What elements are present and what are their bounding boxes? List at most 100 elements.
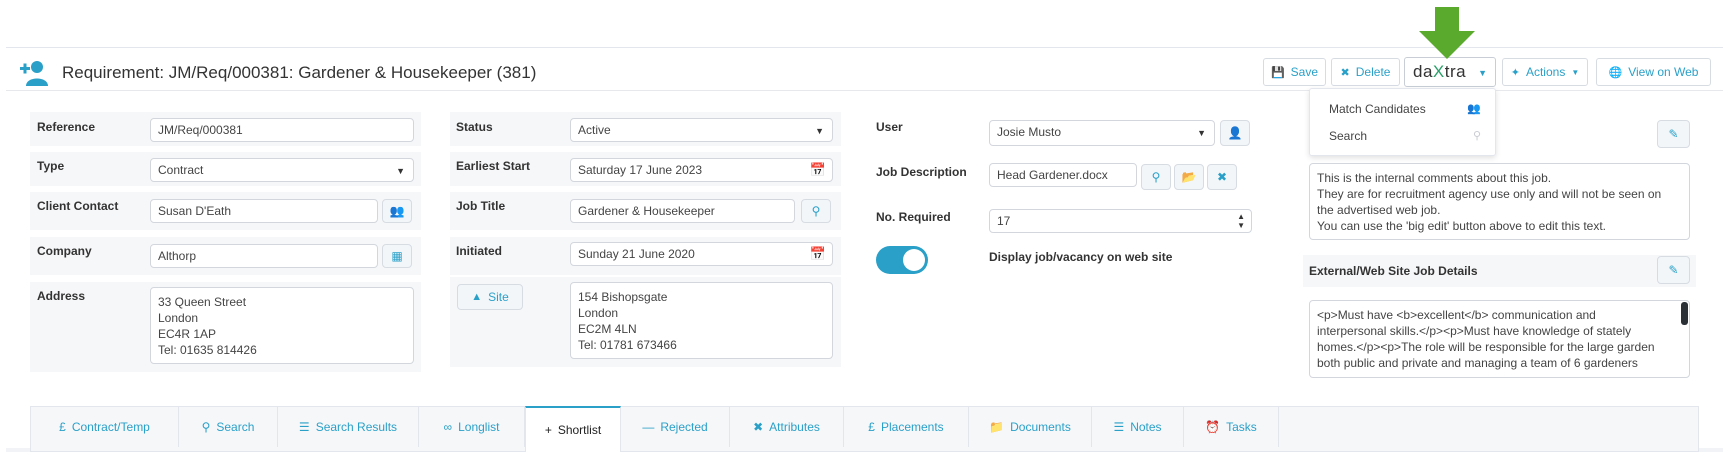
tab-label: Placements bbox=[880, 419, 944, 434]
job-description-search-button[interactable]: ⚲ bbox=[1141, 164, 1171, 190]
comment-line: You can use the 'big edit' button above … bbox=[1317, 219, 1607, 233]
match-candidates-item[interactable]: Match Candidates bbox=[1329, 102, 1426, 116]
site-line: Tel: 01781 673466 bbox=[578, 338, 677, 352]
web-details-edit-button[interactable]: ✎ bbox=[1657, 256, 1690, 284]
tab-label: Shortlist bbox=[557, 423, 602, 437]
comment-line: They are for recruitment agency use only… bbox=[1317, 187, 1662, 201]
tab-notes[interactable]: ☰ Notes bbox=[1092, 406, 1184, 447]
calendar-icon[interactable]: 📅 bbox=[810, 162, 826, 178]
site-address-textarea[interactable]: 154 Bishopsgate London EC2M 4LN Tel: 017… bbox=[570, 282, 833, 359]
web-detail-line: homes.</p><p>The role will be responsibl… bbox=[1317, 340, 1655, 354]
job-title-field[interactable]: Gardener & Housekeeper bbox=[570, 199, 795, 223]
user-add-icon bbox=[20, 61, 48, 86]
pound-icon: £ bbox=[59, 419, 66, 434]
job-title-label: Job Title bbox=[456, 199, 506, 213]
comments-edit-button[interactable]: ✎ bbox=[1657, 120, 1690, 148]
view-on-web-button[interactable]: 🌐 View on Web bbox=[1596, 58, 1711, 86]
chevron-down-icon: ▼ bbox=[396, 166, 405, 176]
pencil-icon: ✎ bbox=[1668, 127, 1679, 141]
initiated-value: Sunday 21 June 2020 bbox=[578, 247, 695, 261]
web-details-title: External/Web Site Job Details bbox=[1309, 264, 1478, 278]
actions-button[interactable]: ✦ Actions ▼ bbox=[1502, 58, 1588, 86]
link-icon: ∞ bbox=[443, 419, 453, 434]
view-on-web-label: View on Web bbox=[1628, 65, 1699, 79]
site-button[interactable]: ▲ Site bbox=[457, 284, 523, 310]
web-details-textarea[interactable]: <p>Must have <b>excellent</b> communicat… bbox=[1309, 300, 1690, 378]
status-select[interactable]: Active ▼ bbox=[570, 118, 833, 142]
tab-shortlist[interactable]: + Shortlist bbox=[525, 406, 621, 452]
folder-icon: 📁 bbox=[989, 419, 1005, 434]
job-description-open-button[interactable]: 📂 bbox=[1174, 164, 1204, 190]
address-line: Tel: 01635 814426 bbox=[158, 343, 257, 357]
user-select[interactable]: Josie Musto ▼ bbox=[989, 120, 1215, 146]
user-label: User bbox=[876, 120, 903, 134]
tab-tasks[interactable]: ⏰ Tasks bbox=[1184, 406, 1279, 447]
earliest-start-label: Earliest Start bbox=[456, 159, 531, 173]
tab-attributes[interactable]: ✖ Attributes bbox=[730, 406, 844, 447]
display-on-web-toggle[interactable] bbox=[876, 246, 928, 274]
company-lookup-button[interactable]: ▦ bbox=[382, 244, 412, 268]
stepper-arrows-icon[interactable]: ▲ ▼ bbox=[1237, 212, 1245, 230]
search-menu-item[interactable]: Search bbox=[1329, 129, 1367, 143]
job-description-remove-button[interactable]: ✖ bbox=[1207, 164, 1237, 190]
user-value: Josie Musto bbox=[997, 125, 1062, 139]
users-icon: 👥 bbox=[1467, 103, 1481, 115]
delete-button[interactable]: ✖ Delete bbox=[1331, 58, 1400, 86]
tab-search[interactable]: ⚲ Search bbox=[179, 406, 278, 447]
search-icon: ⚲ bbox=[811, 204, 821, 218]
page-title: Requirement: JM/Req/000381: Gardener & H… bbox=[62, 63, 537, 82]
client-contact-label: Client Contact bbox=[37, 199, 119, 213]
tab-documents[interactable]: 📁 Documents bbox=[969, 406, 1092, 447]
job-title-search-button[interactable]: ⚲ bbox=[801, 199, 831, 223]
tab-label: Documents bbox=[1010, 419, 1071, 434]
calendar-icon[interactable]: 📅 bbox=[810, 246, 826, 262]
site-line: EC2M 4LN bbox=[578, 322, 637, 336]
tab-label: Rejected bbox=[660, 419, 708, 434]
reference-field[interactable]: JM/Req/000381 bbox=[150, 118, 414, 142]
tab-label: Search Results bbox=[315, 419, 398, 434]
internal-comments-textarea[interactable]: This is the internal comments about this… bbox=[1309, 163, 1690, 240]
tab-label: Contract/Temp bbox=[71, 419, 150, 434]
web-detail-line: both public and private and managing a t… bbox=[1317, 356, 1638, 370]
tab-label: Longlist bbox=[458, 419, 500, 434]
no-required-stepper[interactable]: 17 ▲ ▼ bbox=[989, 209, 1252, 233]
company-field[interactable]: Althorp bbox=[150, 244, 378, 268]
earliest-start-value: Saturday 17 June 2023 bbox=[578, 163, 703, 177]
initiated-field[interactable]: Sunday 21 June 2020 📅 bbox=[570, 242, 833, 266]
globe-icon: 🌐 bbox=[1608, 66, 1623, 79]
save-button[interactable]: 💾 Save bbox=[1263, 58, 1326, 86]
search-icon: ⚲ bbox=[201, 419, 211, 434]
web-details-scrollbar[interactable] bbox=[1681, 302, 1688, 325]
building-icon: ▦ bbox=[391, 249, 403, 263]
type-select[interactable]: Contract ▼ bbox=[150, 158, 414, 182]
daxtra-dropdown-button[interactable]: daXtra ▼ bbox=[1404, 57, 1496, 87]
web-detail-line: interpersonal skills.</p><p>Must have kn… bbox=[1317, 324, 1632, 338]
client-contact-field[interactable]: Susan D'Eath bbox=[150, 199, 378, 223]
address-line: London bbox=[158, 311, 199, 325]
tab-contract-temp[interactable]: £ Contract/Temp bbox=[31, 406, 179, 447]
tab-label: Search bbox=[216, 419, 255, 434]
tab-longlist[interactable]: ∞ Longlist bbox=[419, 406, 525, 447]
address-label: Address bbox=[37, 289, 86, 303]
job-description-field[interactable]: Head Gardener.docx bbox=[989, 163, 1137, 187]
user-icon: 👤 bbox=[1227, 126, 1243, 140]
no-required-value: 17 bbox=[997, 214, 1011, 228]
type-label: Type bbox=[37, 159, 65, 173]
user-profile-button[interactable]: 👤 bbox=[1220, 120, 1250, 146]
address-textarea[interactable]: 33 Queen Street London EC4R 1AP Tel: 016… bbox=[150, 287, 414, 364]
daxtra-logo: daXtra bbox=[1413, 62, 1467, 81]
earliest-start-field[interactable]: Saturday 17 June 2023 📅 bbox=[570, 158, 833, 182]
daxtra-menu: Match Candidates 👥 Search ⚲ bbox=[1309, 88, 1496, 156]
tab-search-results[interactable]: ☰ Search Results bbox=[278, 406, 419, 447]
contacts-button[interactable]: 👥 bbox=[382, 199, 412, 223]
address-line: EC4R 1AP bbox=[158, 327, 217, 341]
web-detail-line: <p>Must have <b>excellent</b> communicat… bbox=[1317, 308, 1596, 322]
chevron-down-icon: ▼ bbox=[1571, 67, 1580, 77]
pencil-icon: ✎ bbox=[1668, 263, 1679, 277]
chevron-down-icon: ▼ bbox=[1197, 128, 1206, 138]
job-description-label: Job Description bbox=[876, 165, 967, 179]
comment-line: the advertised web job. bbox=[1317, 203, 1441, 217]
tab-placements[interactable]: £ Placements bbox=[844, 406, 969, 447]
tab-rejected[interactable]: — Rejected bbox=[621, 406, 730, 447]
close-icon: ✖ bbox=[1340, 66, 1350, 79]
